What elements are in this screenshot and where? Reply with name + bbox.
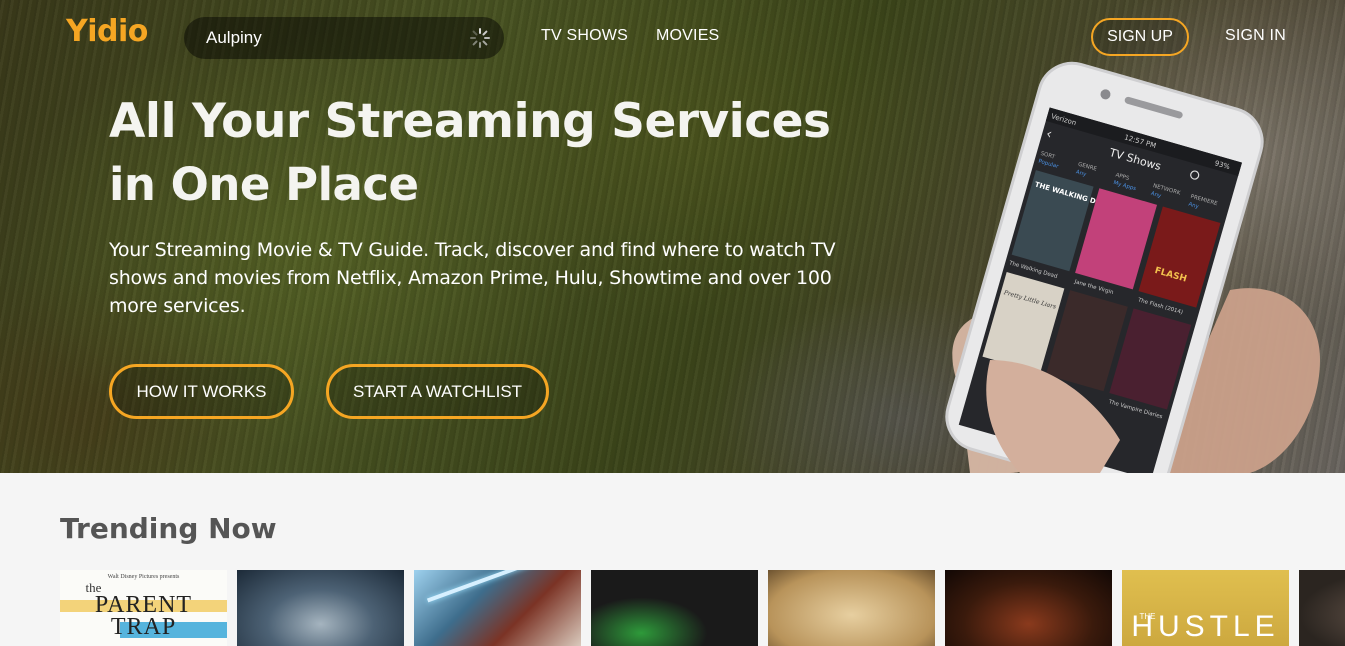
nav-movies[interactable]: MOVIES (656, 27, 719, 45)
poster-trending-4[interactable] (591, 570, 758, 646)
poster-trending-2[interactable] (237, 570, 404, 646)
poster-trending-3[interactable] (414, 570, 581, 646)
hero-description: Your Streaming Movie & TV Guide. Track, … (109, 239, 836, 317)
hero-headline: All Your Streaming Services (109, 94, 831, 149)
poster-the-hustle[interactable]: THE HUSTLE (1122, 570, 1289, 646)
yidio-logo[interactable]: Yidio (66, 14, 148, 49)
sign-up-button[interactable]: SIGN UP (1091, 18, 1189, 56)
poster-trending-5[interactable] (768, 570, 935, 646)
start-watchlist-button[interactable]: START A WATCHLIST (326, 364, 549, 419)
poster-trending-6[interactable] (945, 570, 1112, 646)
hero-section: Verizon 12:57 PM 93% ‹ TV Shows SORT Pop… (0, 0, 1345, 473)
phone-svg: Verizon 12:57 PM 93% ‹ TV Shows SORT Pop… (945, 61, 1320, 473)
how-it-works-button[interactable]: HOW IT WORKS (109, 364, 294, 419)
nav-tv-shows[interactable]: TV SHOWS (541, 27, 628, 45)
search-input[interactable] (206, 27, 456, 49)
top-navigation-bar: Yidio TV SHOWS MOVIES SIGN UP SIGN IN (0, 0, 1345, 76)
hero-subheadline: in One Place (109, 158, 419, 211)
phone-illustration: Verizon 12:57 PM 93% ‹ TV Shows SORT Pop… (900, 60, 1345, 473)
trending-posters-row: Walt Disney Pictures presents the PARENT… (60, 570, 1345, 646)
loading-spinner-icon (470, 28, 490, 48)
poster-the-parent-trap[interactable]: Walt Disney Pictures presents the PARENT… (60, 570, 227, 646)
trending-now-heading: Trending Now (60, 512, 277, 545)
poster-trending-8[interactable] (1299, 570, 1345, 646)
search-bar (184, 17, 504, 59)
sign-in-link[interactable]: SIGN IN (1225, 27, 1286, 45)
